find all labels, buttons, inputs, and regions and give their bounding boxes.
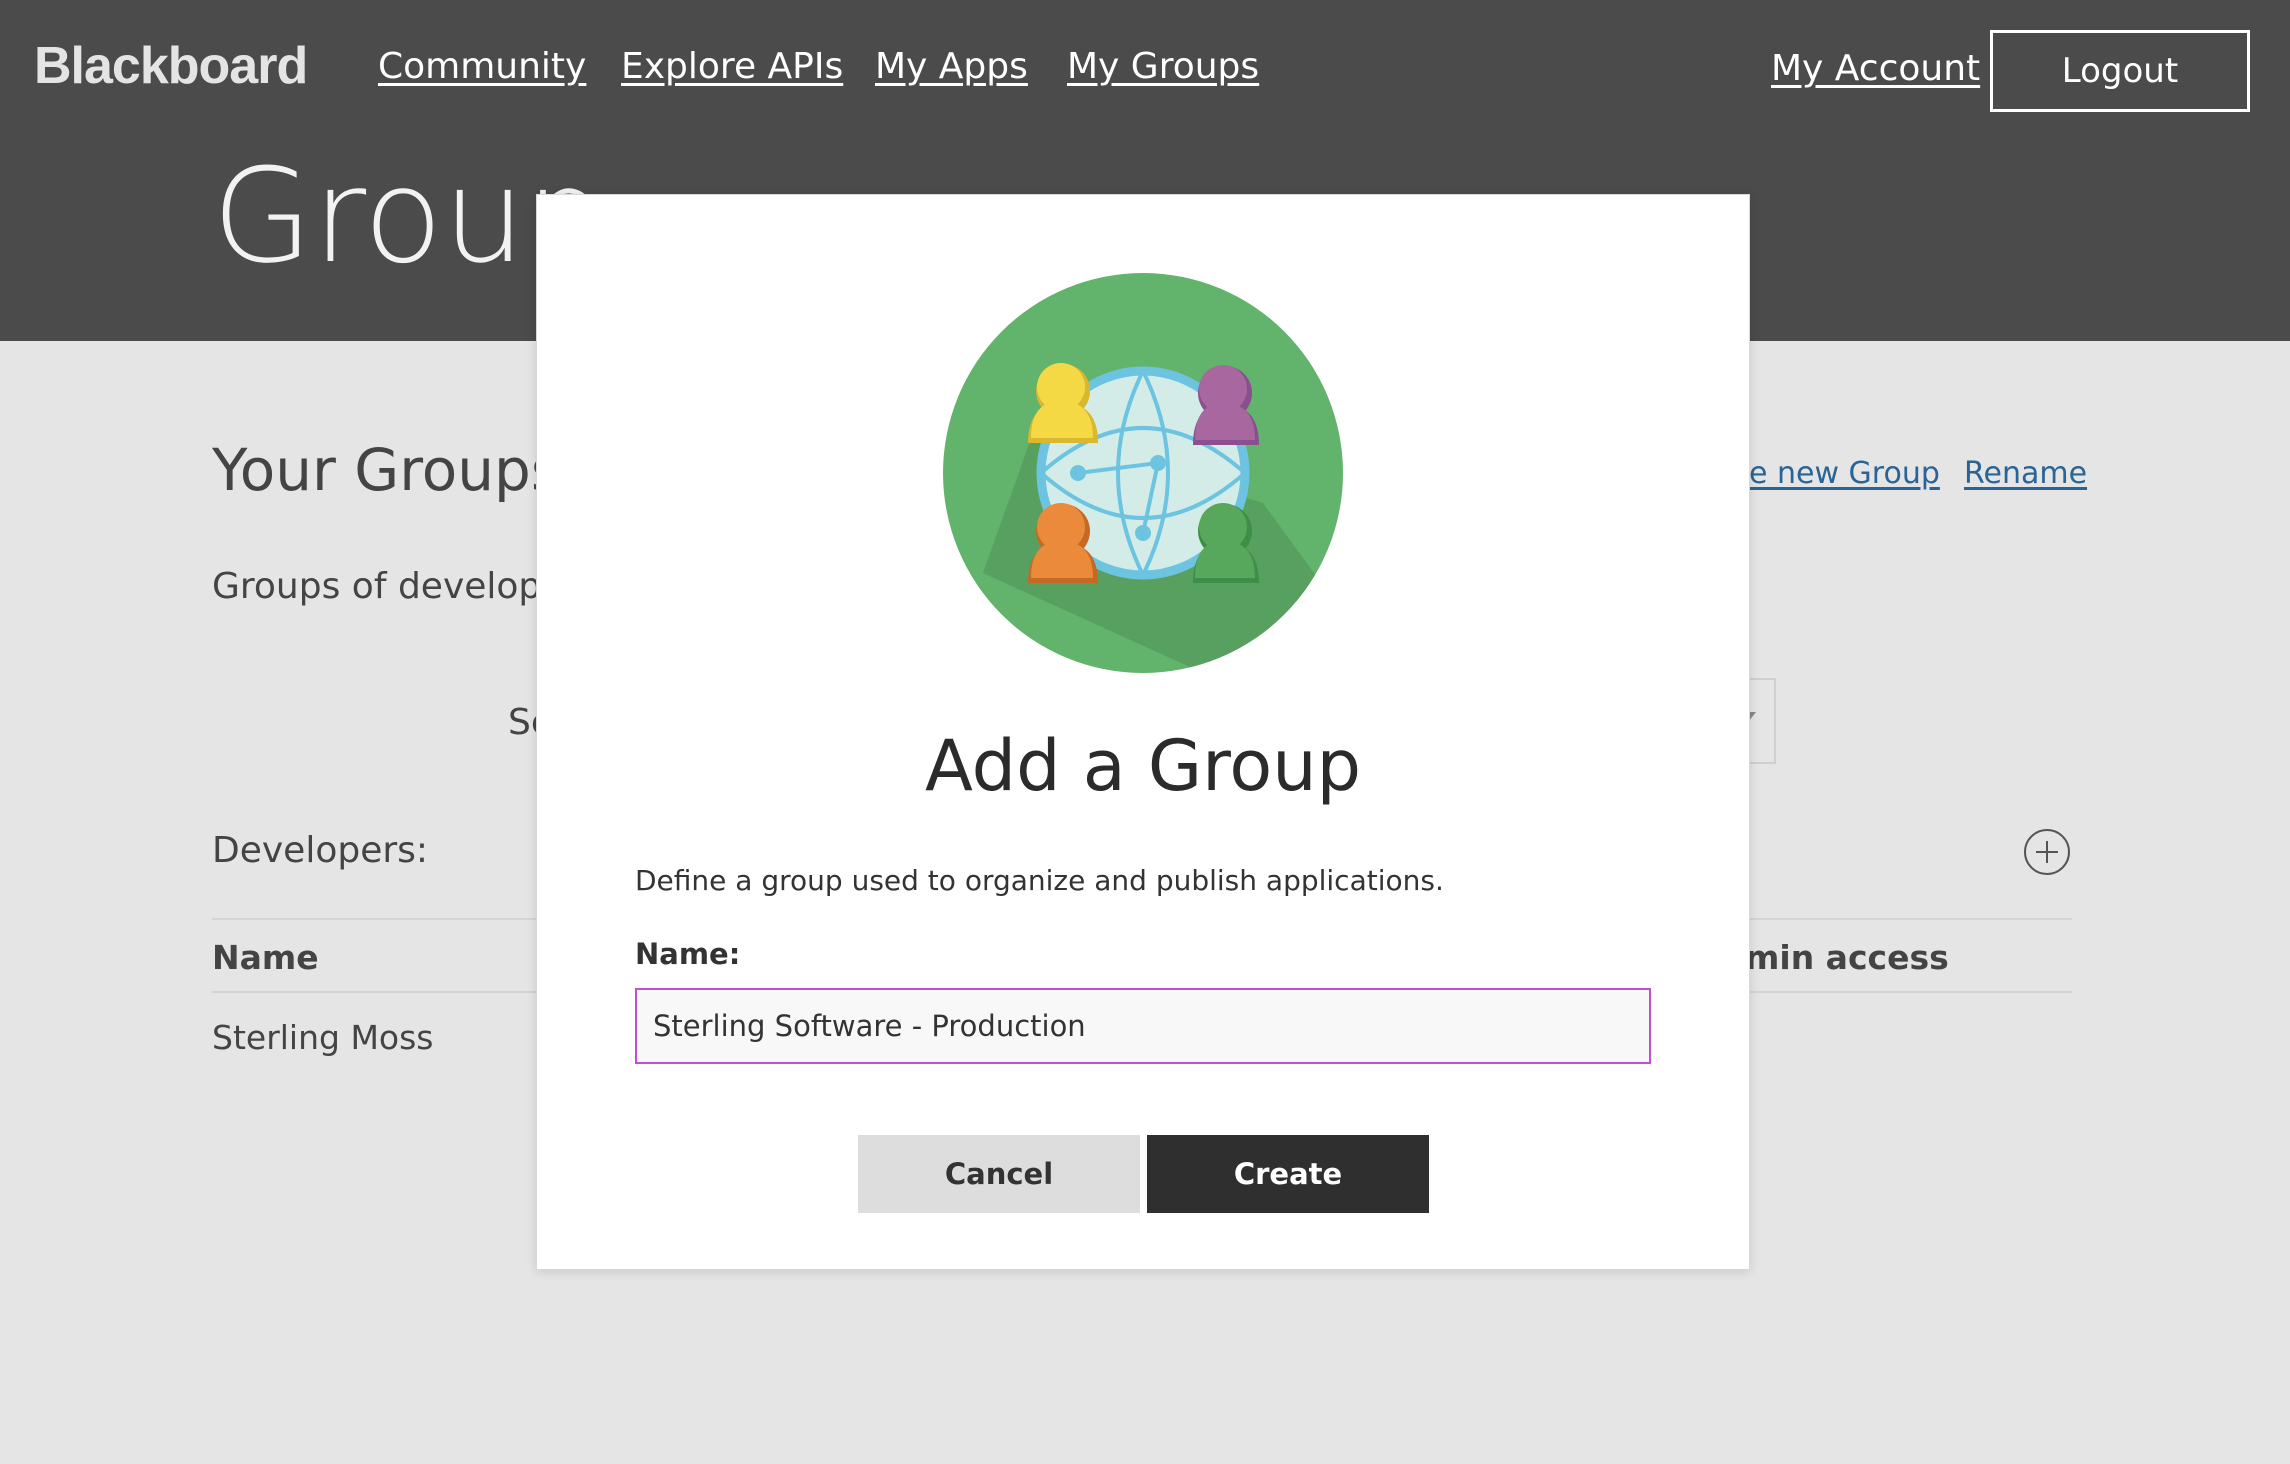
group-name-label: Name: [635,937,741,971]
create-button[interactable]: Create [1147,1135,1429,1213]
add-group-dialog: Add a Group Define a group used to organ… [536,194,1750,1270]
modal-overlay: Add a Group Define a group used to organ… [0,0,2290,1464]
cancel-button[interactable]: Cancel [858,1135,1140,1213]
dialog-description: Define a group used to organize and publ… [635,864,1444,897]
dialog-title: Add a Group [924,725,1362,807]
group-globe-icon [943,273,1343,673]
group-name-input[interactable] [635,988,1651,1064]
